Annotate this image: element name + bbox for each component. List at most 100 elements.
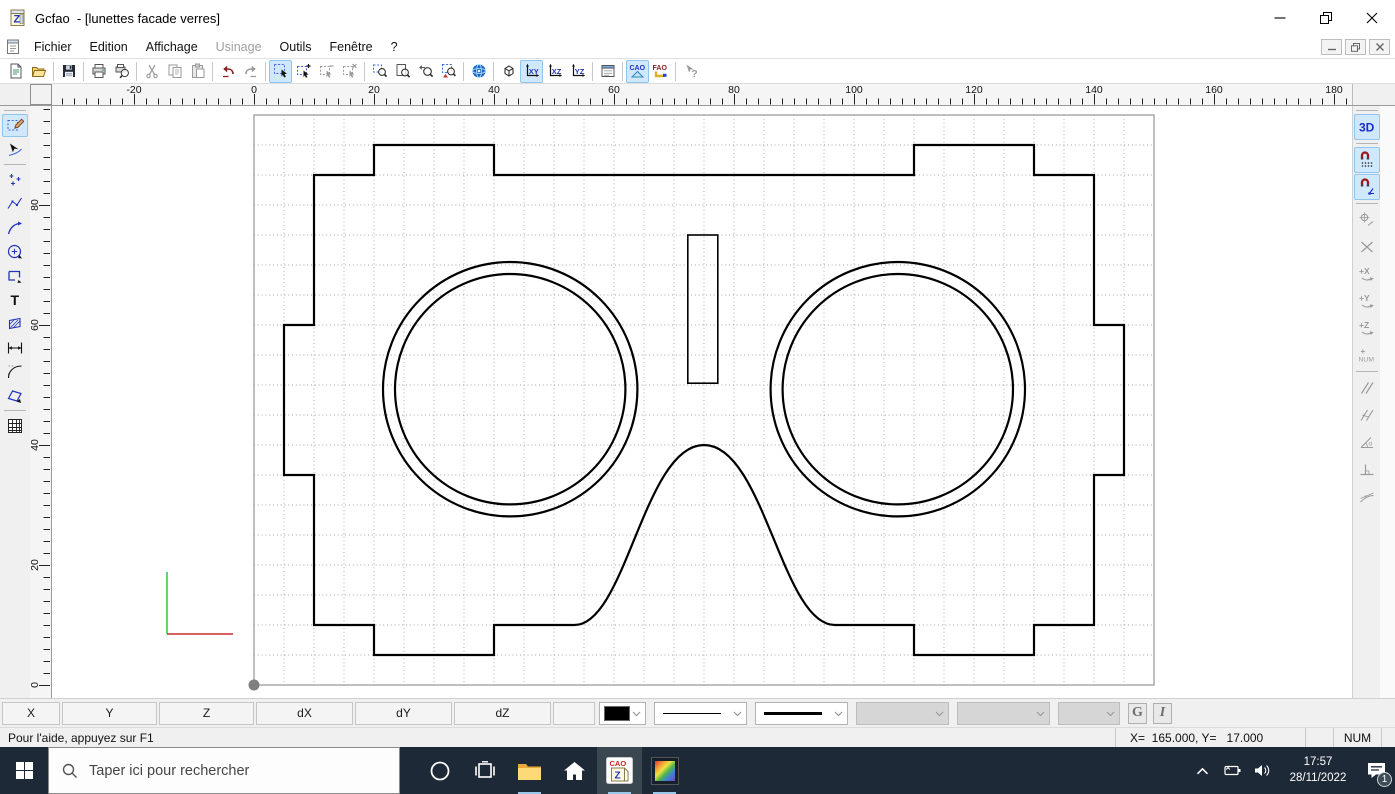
menu-fichier[interactable]: Fichier xyxy=(25,38,81,56)
print-preview-button[interactable] xyxy=(110,60,133,83)
child-minimize-button[interactable] xyxy=(1321,39,1342,55)
toolbar-separator xyxy=(83,61,84,81)
menu-outils[interactable]: Outils xyxy=(271,38,321,56)
file-explorer-button[interactable] xyxy=(507,747,552,794)
fao-mode-button[interactable]: FAO xyxy=(649,60,672,83)
zoom-page-button[interactable] xyxy=(391,60,414,83)
cao-mode-icon: CAO xyxy=(629,63,646,79)
rotate-z-button: +Z xyxy=(1354,315,1380,341)
tray-expand-button[interactable] xyxy=(1188,747,1216,794)
titlebar: Z Gcfao - [lunettes facade verres] xyxy=(0,0,1395,36)
child-restore-button[interactable] xyxy=(1345,39,1366,55)
yz-plane-button[interactable]: YZ xyxy=(566,60,589,83)
rotate-z-icon: +Z xyxy=(1358,319,1376,337)
rotate-y-button: +Y xyxy=(1354,288,1380,314)
surface-tool-icon xyxy=(6,387,24,405)
select-add-button[interactable] xyxy=(292,60,315,83)
cortana-button[interactable] xyxy=(417,747,462,794)
menu-edition[interactable]: Edition xyxy=(81,38,137,56)
line-style-dropdown[interactable] xyxy=(654,701,747,725)
surface-tool-button[interactable] xyxy=(2,384,28,407)
save-icon xyxy=(61,63,77,79)
svg-text:40: 40 xyxy=(488,84,500,96)
dimension-tool-button[interactable] xyxy=(2,336,28,359)
status-numlock: NUM xyxy=(1333,728,1381,747)
circle-tool-button[interactable] xyxy=(2,240,28,263)
xy-plane-button[interactable]: XY xyxy=(520,59,543,83)
cube-button[interactable] xyxy=(497,60,520,83)
arc-tool-button[interactable] xyxy=(2,216,28,239)
view-3d-button[interactable]: 3D xyxy=(1353,114,1380,140)
close-button[interactable] xyxy=(1349,0,1395,36)
polyline-tool-button[interactable] xyxy=(2,192,28,215)
menu-affichage[interactable]: Affichage xyxy=(137,38,207,56)
text-tool-button[interactable]: T xyxy=(2,288,28,311)
zoom-selection-button[interactable] xyxy=(437,60,460,83)
coord-x-cell[interactable]: X xyxy=(2,701,60,725)
parallel-distance-icon xyxy=(1358,406,1376,424)
gcao-app-button[interactable]: CAO Z xyxy=(597,747,642,794)
colors-app-button[interactable] xyxy=(642,747,687,794)
xz-plane-button[interactable]: XZ xyxy=(543,60,566,83)
close-icon xyxy=(1366,12,1378,24)
properties-list-button[interactable] xyxy=(596,60,619,83)
home-app-button[interactable] xyxy=(552,747,597,794)
clock[interactable]: 17:57 28/11/2022 xyxy=(1278,747,1358,794)
new-document-button[interactable] xyxy=(4,60,27,83)
snap-origin-button xyxy=(1354,207,1380,233)
polyline-tool-icon xyxy=(6,195,24,213)
coord-dy-cell[interactable]: dY xyxy=(355,701,452,725)
undo-button[interactable] xyxy=(216,60,239,83)
color-dropdown[interactable] xyxy=(599,701,646,725)
taskbar-search[interactable]: Taper ici pour rechercher xyxy=(48,747,400,794)
volume-button[interactable] xyxy=(1247,747,1278,794)
snap-grid-button[interactable] xyxy=(1353,147,1380,173)
status-blank-cell xyxy=(1305,728,1333,747)
node-edit-tool-button[interactable] xyxy=(2,138,28,161)
child-close-button[interactable] xyxy=(1369,39,1390,55)
perpendicular-icon xyxy=(1358,460,1376,478)
task-view-button[interactable] xyxy=(462,747,507,794)
zoom-back-button[interactable] xyxy=(414,60,437,83)
snap-point-button[interactable] xyxy=(1353,174,1380,200)
clock-time: 17:57 xyxy=(1303,756,1333,769)
globe-button[interactable] xyxy=(467,60,490,83)
corner-curve-tool-button[interactable] xyxy=(2,360,28,383)
zoom-window-button[interactable] xyxy=(368,60,391,83)
cao-mode-button[interactable]: CAO xyxy=(626,59,649,83)
line-width-dropdown[interactable] xyxy=(755,701,848,725)
svg-text:Z: Z xyxy=(14,14,21,26)
points-tool-button[interactable] xyxy=(2,168,28,191)
svg-text:60: 60 xyxy=(608,84,620,96)
select-button[interactable] xyxy=(269,59,292,83)
start-button[interactable] xyxy=(0,747,48,794)
select-remove-icon xyxy=(319,63,335,79)
select-edit-tool-button[interactable] xyxy=(2,114,28,137)
coord-dx-cell[interactable]: dX xyxy=(256,701,353,725)
menu-fenetre[interactable]: Fenêtre xyxy=(320,38,381,56)
origin-handle[interactable] xyxy=(248,679,260,691)
cut-icon xyxy=(144,63,160,79)
coord-blank-cell xyxy=(553,701,595,725)
grid-settings-button[interactable] xyxy=(2,414,28,437)
gcao-app-icon: CAO Z xyxy=(606,757,633,784)
svg-text:XZ: XZ xyxy=(551,67,561,76)
coord-z-cell[interactable]: Z xyxy=(159,701,254,725)
save-button[interactable] xyxy=(57,60,80,83)
restore-button[interactable] xyxy=(1303,0,1349,36)
drawing-canvas[interactable] xyxy=(52,106,1352,698)
zoom-window-icon xyxy=(372,63,388,79)
rectangle-tool-button[interactable] xyxy=(2,264,28,287)
coord-dz-cell[interactable]: dZ xyxy=(454,701,551,725)
print-button[interactable] xyxy=(87,60,110,83)
color-swatch xyxy=(604,705,630,721)
battery-button[interactable] xyxy=(1216,747,1247,794)
minimize-button[interactable] xyxy=(1257,0,1303,36)
notification-center-button[interactable]: 1 xyxy=(1358,747,1395,794)
menu-help[interactable]: ? xyxy=(382,38,407,56)
child-close-icon xyxy=(1375,43,1384,51)
coord-y-cell[interactable]: Y xyxy=(62,701,157,725)
open-file-button[interactable] xyxy=(27,60,50,83)
hatch-tool-button[interactable] xyxy=(2,312,28,335)
clock-date: 28/11/2022 xyxy=(1289,771,1347,784)
